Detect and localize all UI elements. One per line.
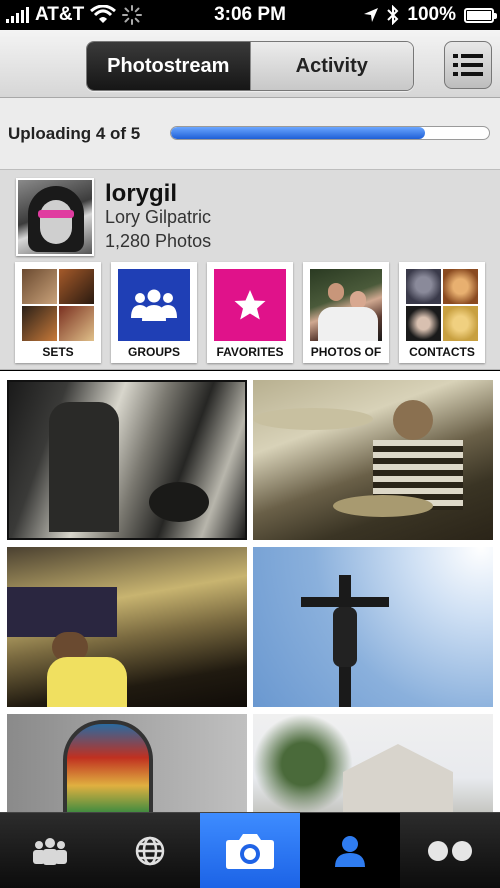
battery-percent: 100% <box>407 4 456 25</box>
groups-label: GROUPS <box>127 345 180 359</box>
contacts-thumbnail <box>406 269 478 341</box>
group-icon <box>118 269 190 341</box>
list-icon <box>453 54 483 76</box>
star-icon <box>214 269 286 341</box>
sets-button[interactable]: SETS <box>15 262 101 363</box>
contacts-icon <box>33 837 67 865</box>
photo-grid <box>0 371 500 812</box>
camera-icon <box>226 833 274 869</box>
upload-progress-bar <box>170 126 490 140</box>
photo-thumbnail[interactable] <box>253 547 493 707</box>
favorites-label: FAVORITES <box>216 345 284 359</box>
tab-explore[interactable] <box>100 813 200 888</box>
tab-bar <box>0 812 500 888</box>
photo-thumbnail[interactable] <box>253 380 493 540</box>
sets-label: SETS <box>42 345 74 359</box>
segmented-control: Photostream Activity <box>86 41 414 91</box>
menu-button[interactable] <box>444 41 492 89</box>
tab-camera[interactable] <box>200 813 300 888</box>
top-navigation: Photostream Activity <box>0 30 500 98</box>
upload-label: Uploading 4 of 5 <box>8 124 141 143</box>
photo-thumbnail[interactable] <box>7 547 247 707</box>
profile-section: lorygil Lory Gilpatric 1,280 Photos SETS <box>0 170 500 370</box>
photo-thumbnail[interactable] <box>7 714 247 812</box>
contacts-label: CONTACTS <box>409 345 475 359</box>
tab-contacts[interactable] <box>0 813 100 888</box>
photos-of-button[interactable]: PHOTOS OF <box>303 262 389 363</box>
sets-thumbnail <box>22 269 94 341</box>
avatar[interactable] <box>16 178 94 256</box>
username: lorygil <box>105 180 178 207</box>
upload-status: Uploading 4 of 5 <box>0 98 500 170</box>
tab-photostream[interactable]: Photostream <box>87 42 250 90</box>
photo-count: 1,280 Photos <box>105 231 212 251</box>
bluetooth-icon <box>387 5 399 25</box>
contacts-button[interactable]: CONTACTS <box>399 262 485 363</box>
tab-more[interactable] <box>400 813 500 888</box>
status-bar: AT&T 3:06 PM 100% <box>0 0 500 30</box>
photos-of-thumbnail <box>310 269 382 341</box>
photo-thumbnail[interactable] <box>7 380 247 540</box>
full-name: Lory Gilpatric <box>105 207 212 227</box>
globe-icon <box>135 836 165 865</box>
profile-icon <box>335 835 365 867</box>
groups-button[interactable]: GROUPS <box>111 262 197 363</box>
tab-profile[interactable] <box>300 813 400 888</box>
battery-icon <box>464 7 497 23</box>
flickr-dots-icon <box>428 840 472 861</box>
favorites-button[interactable]: FAVORITES <box>207 262 293 363</box>
location-arrow-icon <box>364 8 379 22</box>
tab-activity[interactable]: Activity <box>249 42 413 90</box>
photos-of-label: PHOTOS OF <box>310 345 382 359</box>
photo-thumbnail[interactable] <box>253 714 493 812</box>
